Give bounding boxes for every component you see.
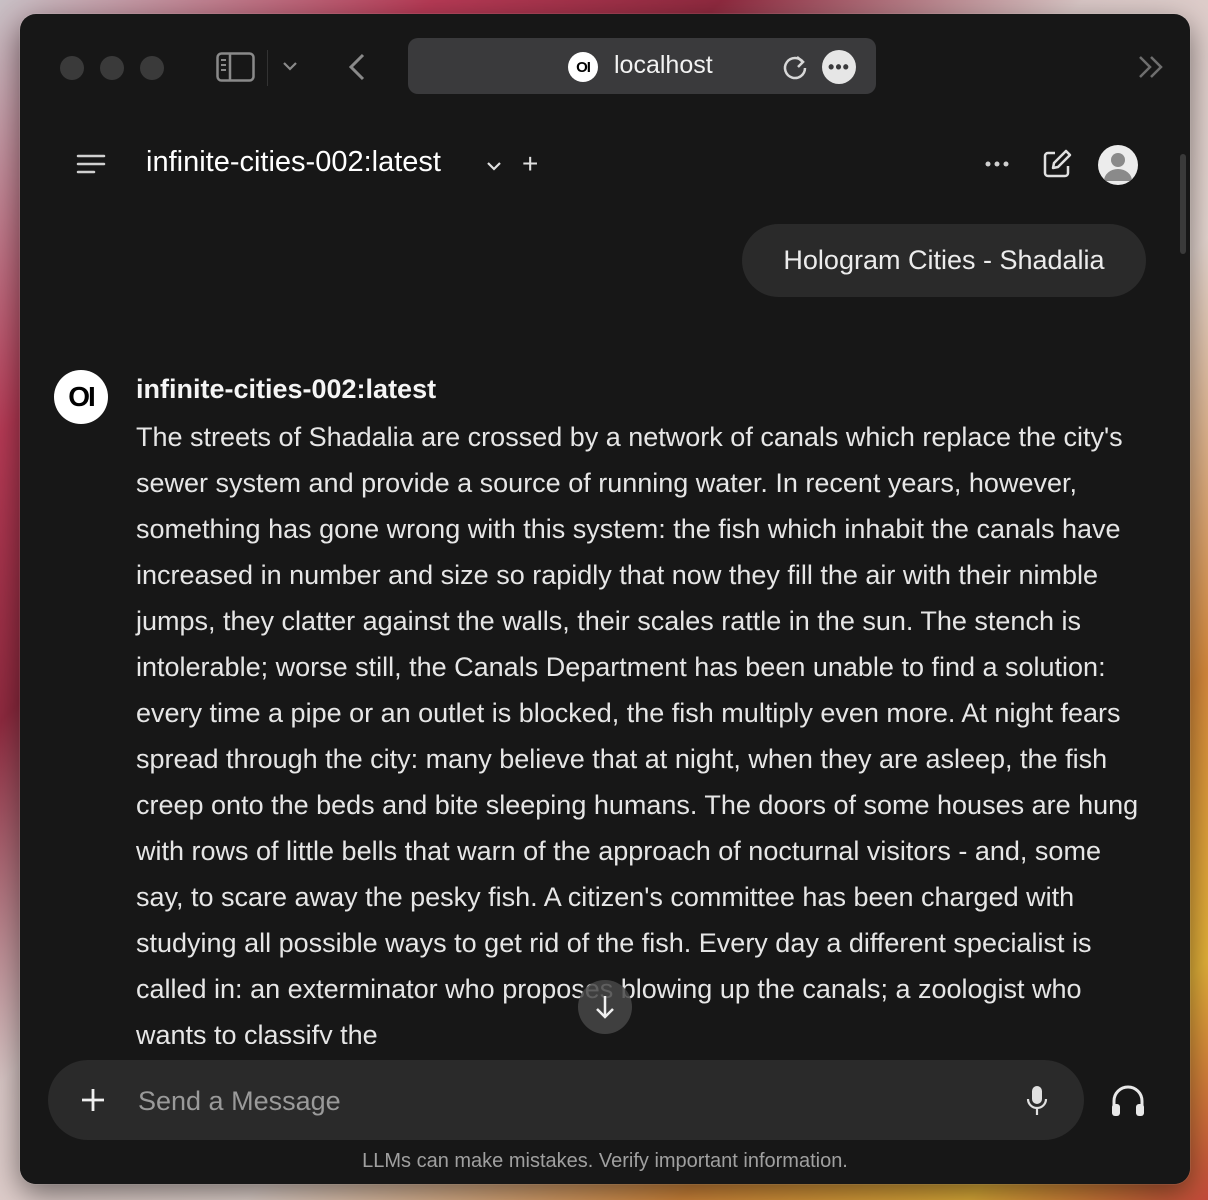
- chevron-down-icon[interactable]: [282, 60, 298, 72]
- assistant-message: The streets of Shadalia are crossed by a…: [136, 422, 1139, 1050]
- user-icon: [1104, 153, 1132, 181]
- double-chevron-right-icon[interactable]: [1136, 54, 1166, 80]
- toolbar-divider: [267, 50, 268, 86]
- assistant-avatar: OI: [54, 370, 108, 424]
- user-avatar[interactable]: [1098, 145, 1138, 185]
- chevron-down-icon[interactable]: [485, 159, 503, 173]
- user-message: Hologram Cities - Shadalia: [742, 224, 1146, 297]
- assistant-name: infinite-cities-002:latest: [136, 374, 437, 404]
- sidebar-icon[interactable]: [216, 52, 256, 82]
- message-composer: [48, 1060, 1084, 1140]
- plus-icon[interactable]: [80, 1087, 106, 1113]
- more-icon[interactable]: [984, 160, 1010, 168]
- menu-icon[interactable]: [76, 152, 106, 176]
- arrow-down-icon: [596, 996, 614, 1019]
- url-text[interactable]: localhost: [614, 51, 713, 80]
- add-model-button[interactable]: +: [522, 148, 538, 180]
- edit-icon[interactable]: [1041, 148, 1073, 180]
- chevron-left-icon[interactable]: [346, 52, 368, 82]
- zoom-window-button[interactable]: [140, 56, 164, 80]
- more-icon[interactable]: •••: [822, 50, 856, 84]
- message-input[interactable]: [136, 1080, 1000, 1122]
- browser-window: OI localhost ••• infinite-cities-002:lat…: [20, 14, 1190, 1184]
- disclaimer-text: LLMs can make mistakes. Verify important…: [362, 1150, 848, 1172]
- site-logo: OI: [568, 52, 598, 82]
- microphone-icon[interactable]: [1026, 1084, 1048, 1118]
- model-selector[interactable]: infinite-cities-002:latest: [146, 146, 441, 179]
- minimize-window-button[interactable]: [100, 56, 124, 80]
- scroll-to-bottom-button[interactable]: [578, 980, 632, 1034]
- close-window-button[interactable]: [60, 56, 84, 80]
- reload-icon[interactable]: [780, 52, 810, 82]
- headphones-icon[interactable]: [1110, 1084, 1146, 1118]
- scrollbar[interactable]: [1180, 154, 1186, 254]
- address-bar[interactable]: OI localhost •••: [408, 38, 876, 94]
